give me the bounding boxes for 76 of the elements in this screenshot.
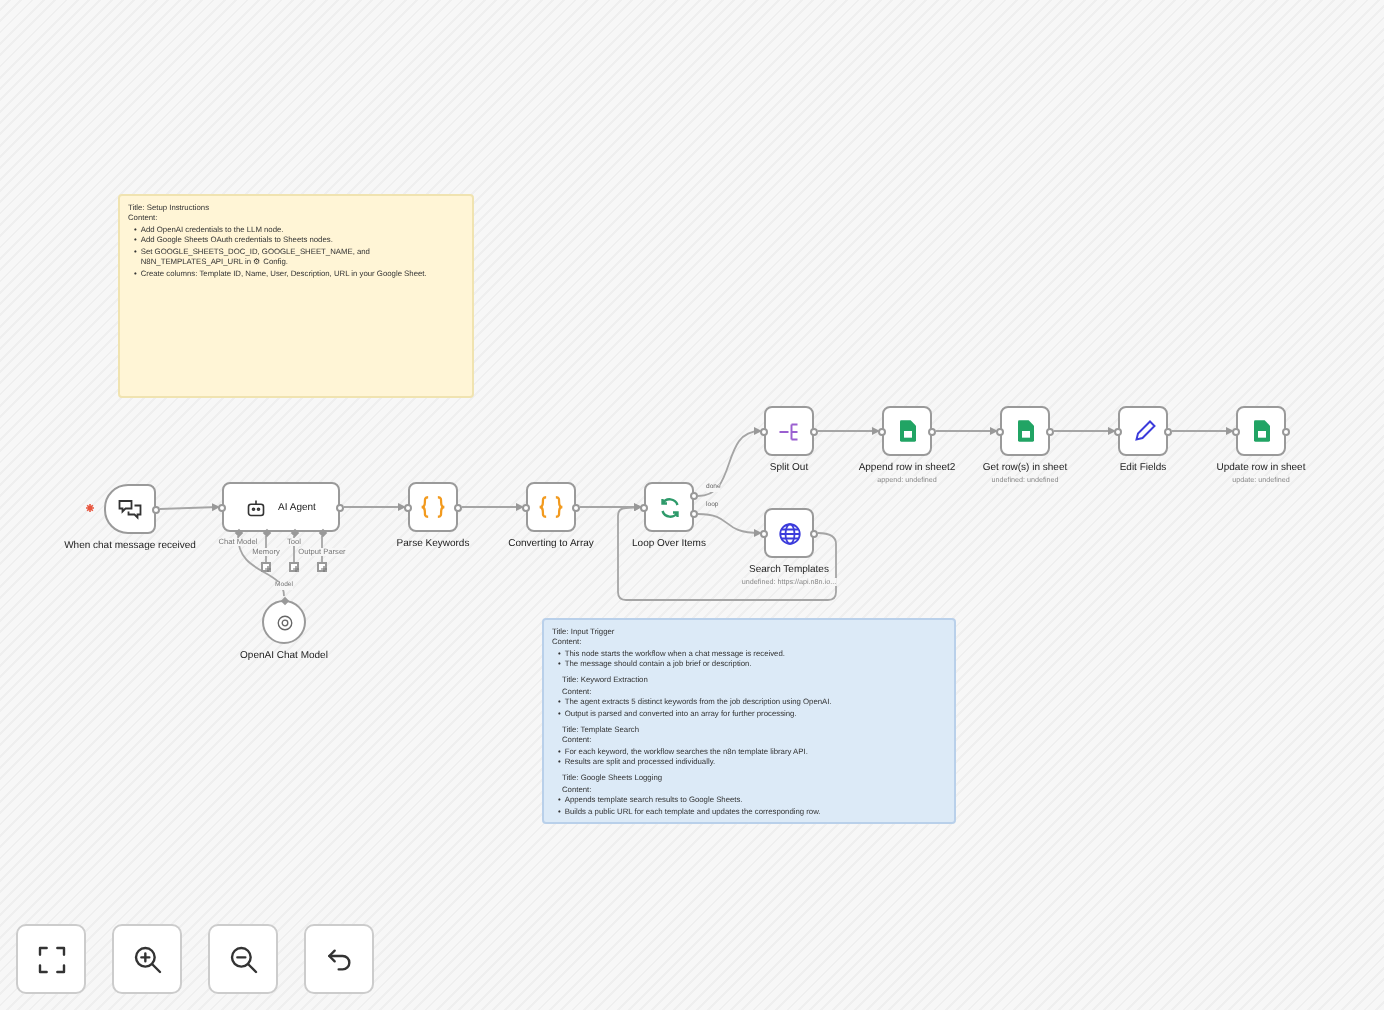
globe-icon (777, 521, 801, 545)
output-handle[interactable] (454, 503, 462, 511)
braces-icon (420, 494, 446, 520)
sticky-note[interactable] (542, 618, 956, 824)
refresh-icon (657, 495, 681, 519)
output-handle[interactable] (690, 492, 698, 500)
pencil-icon (1131, 419, 1155, 443)
output-handle[interactable] (336, 503, 344, 511)
zoom-in-button[interactable] (112, 924, 182, 994)
input-handle[interactable] (878, 427, 886, 435)
output-handle[interactable] (810, 529, 818, 537)
connector-line (159, 503, 220, 512)
output-handle[interactable] (810, 427, 818, 435)
connector-line (697, 427, 762, 497)
zoom-in-icon (131, 943, 163, 975)
undo-button[interactable] (304, 924, 374, 994)
input-handle[interactable] (996, 427, 1004, 435)
connector-line (579, 503, 642, 511)
port-handle[interactable] (261, 527, 271, 537)
chat-bubbles-icon (118, 497, 142, 521)
split-icon (777, 419, 801, 443)
connector-line (697, 513, 762, 537)
workflow-node[interactable] (262, 600, 306, 644)
port-handle[interactable] (233, 527, 243, 537)
connector-line (1171, 427, 1234, 435)
output-handle[interactable] (690, 510, 698, 518)
input-handle[interactable] (760, 529, 768, 537)
output-handle[interactable] (1164, 427, 1172, 435)
connector-line (293, 535, 295, 563)
output-handle[interactable] (928, 427, 936, 435)
output-handle[interactable] (152, 505, 160, 513)
spreadsheet-icon (899, 420, 915, 442)
connector-line (817, 427, 880, 435)
workflow-node[interactable] (882, 406, 932, 456)
workflow-node[interactable] (408, 482, 458, 532)
braces-icon (538, 494, 564, 520)
fit-view-icon (35, 943, 67, 975)
sticky-note[interactable] (118, 194, 474, 398)
workflow-node[interactable] (764, 508, 814, 558)
zoom-out-button[interactable] (208, 924, 278, 994)
input-handle[interactable] (760, 427, 768, 435)
connector-line (321, 535, 323, 563)
add-port-button[interactable] (289, 562, 299, 572)
output-handle[interactable] (572, 503, 580, 511)
port-handle[interactable] (317, 527, 327, 537)
input-handle[interactable] (1114, 427, 1122, 435)
port-handle[interactable] (279, 595, 289, 605)
connector-line (343, 503, 406, 511)
openai-logo-icon (275, 613, 293, 631)
spreadsheet-icon (1253, 420, 1269, 442)
input-handle[interactable] (218, 503, 226, 511)
add-port-button[interactable] (261, 562, 271, 572)
connector-line (461, 503, 524, 511)
input-handle[interactable] (404, 503, 412, 511)
input-handle[interactable] (522, 503, 530, 511)
connector-line (935, 427, 998, 435)
output-handle[interactable] (1046, 427, 1054, 435)
input-handle[interactable] (1232, 427, 1240, 435)
undo-icon (323, 943, 355, 975)
input-handle[interactable] (640, 503, 648, 511)
robot-icon (246, 497, 267, 517)
workflow-node[interactable] (644, 482, 694, 532)
zoom-out-icon (227, 943, 259, 975)
port-handle[interactable] (289, 527, 299, 537)
spreadsheet-icon (1017, 420, 1033, 442)
workflow-node[interactable] (1000, 406, 1050, 456)
workflow-node[interactable] (1236, 406, 1286, 456)
trigger-icon (86, 504, 94, 512)
output-handle[interactable] (1282, 427, 1290, 435)
workflow-node[interactable] (104, 484, 156, 534)
add-port-button[interactable] (317, 562, 327, 572)
workflow-node[interactable] (1118, 406, 1168, 456)
workflow-node[interactable] (764, 406, 814, 456)
workflow-node[interactable] (526, 482, 576, 532)
fit-view-button[interactable] (16, 924, 86, 994)
connector-line (1053, 427, 1116, 435)
